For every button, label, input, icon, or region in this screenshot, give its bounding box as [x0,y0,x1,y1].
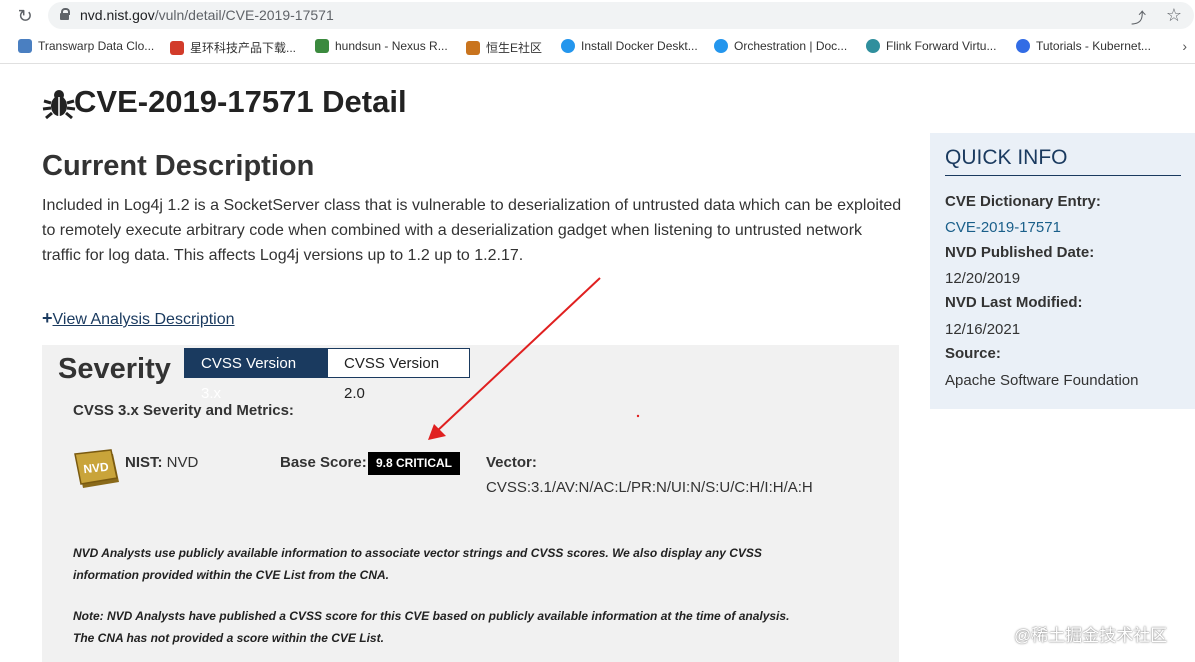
bookmark-label: Transwarp Data Clo... [38,39,155,53]
description-heading: Current Description [42,150,315,182]
nist-source: NIST: NVD [125,454,198,471]
bookmark-item[interactable]: Orchestration | Doc... [714,39,847,53]
cloud-icon [18,39,32,53]
tab-cvss-v2[interactable]: CVSS Version 2.0 [327,348,470,402]
nvd-badge-text: NVD [83,460,110,477]
last-modified-value: 12/16/2021 [945,321,1021,338]
docker-icon [714,39,728,53]
bookmarks-bar: Transwarp Data Clo... 星环科技产品下载... hundsu… [0,32,1195,64]
bookmark-label: hundsun - Nexus R... [335,39,448,53]
bookmark-label: 星环科技产品下载... [190,41,297,55]
bookmark-label: Orchestration | Doc... [734,39,848,53]
bookmark-item[interactable]: Tutorials - Kubernet... [1016,39,1151,53]
nvd-badge-icon: NVD [74,449,119,488]
bookmark-item[interactable]: 星环科技产品下载... [170,39,296,56]
base-score-label: Base Score: [280,454,367,471]
cna-note: Note: NVD Analysts have published a CVSS… [73,609,790,645]
bookmark-item[interactable]: Install Docker Deskt... [561,39,698,53]
url-host: nvd.nist.gov [80,7,155,23]
severity-panel: Severity CVSS Version 3.x CVSS Version 2… [42,345,899,662]
bookmark-star-icon[interactable]: ☆ [1166,5,1182,26]
bookmark-label: Install Docker Deskt... [581,39,698,53]
metrics-heading: CVSS 3.x Severity and Metrics: [73,402,294,419]
url-path: /vuln/detail/CVE-2019-17571 [154,7,334,23]
published-date-label: NVD Published Date: [945,244,1095,261]
url-input[interactable]: nvd.nist.gov/vuln/detail/CVE-2019-17571 … [48,2,1194,29]
quick-info-title: QUICK INFO [945,146,1181,176]
bookmark-item[interactable]: Flink Forward Virtu... [866,39,996,53]
view-analysis-link[interactable]: +View Analysis Description [42,308,235,329]
base-score-badge[interactable]: 9.8 CRITICAL [368,452,461,475]
analyst-note: NVD Analysts use publicly available info… [73,546,762,582]
quick-info-panel: QUICK INFO CVE Dictionary Entry: CVE-201… [930,133,1195,409]
watermark: @稀土掘金技术社区 [1014,626,1168,645]
page-title: CVE-2019-17571 Detail [74,84,407,119]
site-icon [466,41,480,55]
vector-label: Vector: [486,454,537,471]
vector-value[interactable]: CVSS:3.1/AV:N/AC:L/PR:N/UI:N/S:U/C:H/I:H… [486,479,813,496]
more-bookmarks-icon[interactable]: › [1182,38,1187,54]
plus-icon: + [42,308,53,328]
browser-address-bar: ↻ nvd.nist.gov/vuln/detail/CVE-2019-1757… [0,0,1195,32]
bookmark-label: 恒生E社区 [486,41,543,55]
flink-icon [866,39,880,53]
nist-value: NVD [166,454,199,471]
nexus-icon [315,39,329,53]
last-modified-label: NVD Last Modified: [945,294,1083,311]
share-icon[interactable]: ⤴ [1131,7,1146,28]
docker-icon [561,39,575,53]
published-date-value: 12/20/2019 [945,270,1021,287]
bug-icon [42,90,76,120]
site-icon [170,41,184,55]
reload-icon[interactable]: ↻ [14,5,36,27]
url-text: nvd.nist.gov/vuln/detail/CVE-2019-17571 [80,7,334,23]
lock-icon[interactable] [60,8,70,20]
bookmark-item[interactable]: Transwarp Data Clo... [18,39,154,53]
cve-entry-link[interactable]: CVE-2019-17571 [945,219,1061,236]
bookmark-item[interactable]: 恒生E社区 [466,39,542,56]
kubernetes-icon [1016,39,1030,53]
bookmark-label: Tutorials - Kubernet... [1036,39,1151,53]
description-text: Included in Log4j 1.2 is a SocketServer … [42,197,902,264]
source-value: Apache Software Foundation [945,372,1139,389]
view-analysis-label: View Analysis Description [52,311,235,328]
nist-label: NIST: [125,454,163,471]
bookmark-label: Flink Forward Virtu... [886,39,997,53]
tab-cvss-v3[interactable]: CVSS Version 3.x [184,348,327,402]
bookmark-item[interactable]: hundsun - Nexus R... [315,39,448,53]
cve-entry-label: CVE Dictionary Entry: [945,193,1101,210]
severity-heading: Severity [58,353,171,385]
source-label: Source: [945,345,1001,362]
